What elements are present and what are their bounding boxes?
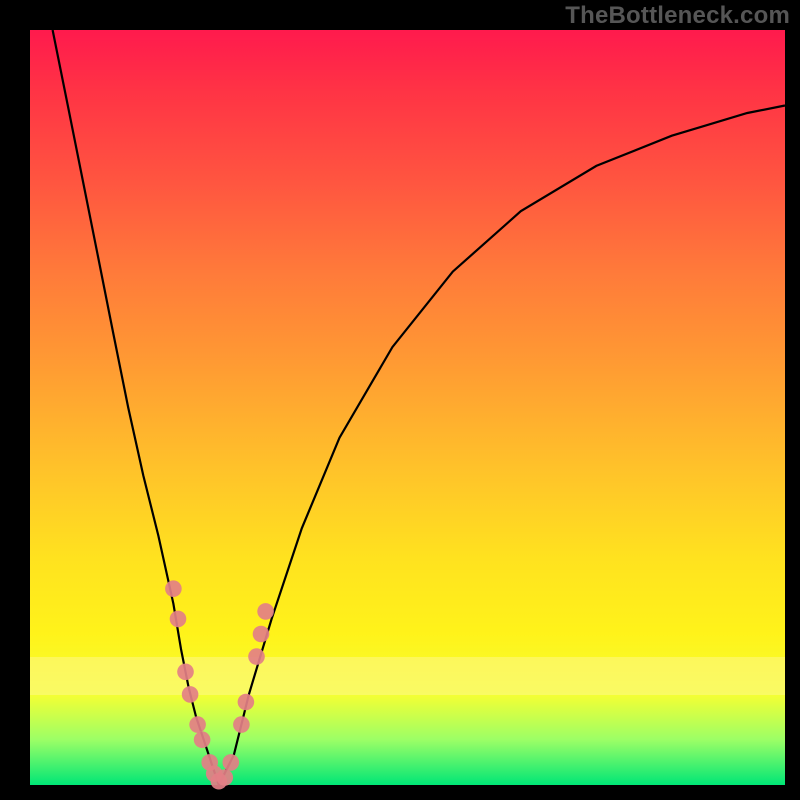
data-marker [177, 664, 194, 681]
right-branch-line [219, 106, 785, 786]
markers-group [165, 580, 274, 789]
plot-area [30, 30, 785, 785]
left-branch-line [53, 30, 219, 785]
data-marker [257, 603, 274, 620]
data-marker [238, 694, 255, 711]
curve-svg [30, 30, 785, 785]
chart-frame: TheBottleneck.com [0, 0, 800, 800]
data-marker [165, 580, 182, 597]
data-marker [248, 648, 265, 665]
watermark-text: TheBottleneck.com [565, 2, 790, 30]
data-marker [253, 626, 270, 643]
data-marker [194, 731, 211, 748]
data-marker [170, 611, 187, 628]
data-marker [182, 686, 199, 703]
data-marker [233, 716, 250, 733]
data-marker [189, 716, 206, 733]
data-marker [223, 754, 240, 771]
data-marker [217, 769, 234, 786]
